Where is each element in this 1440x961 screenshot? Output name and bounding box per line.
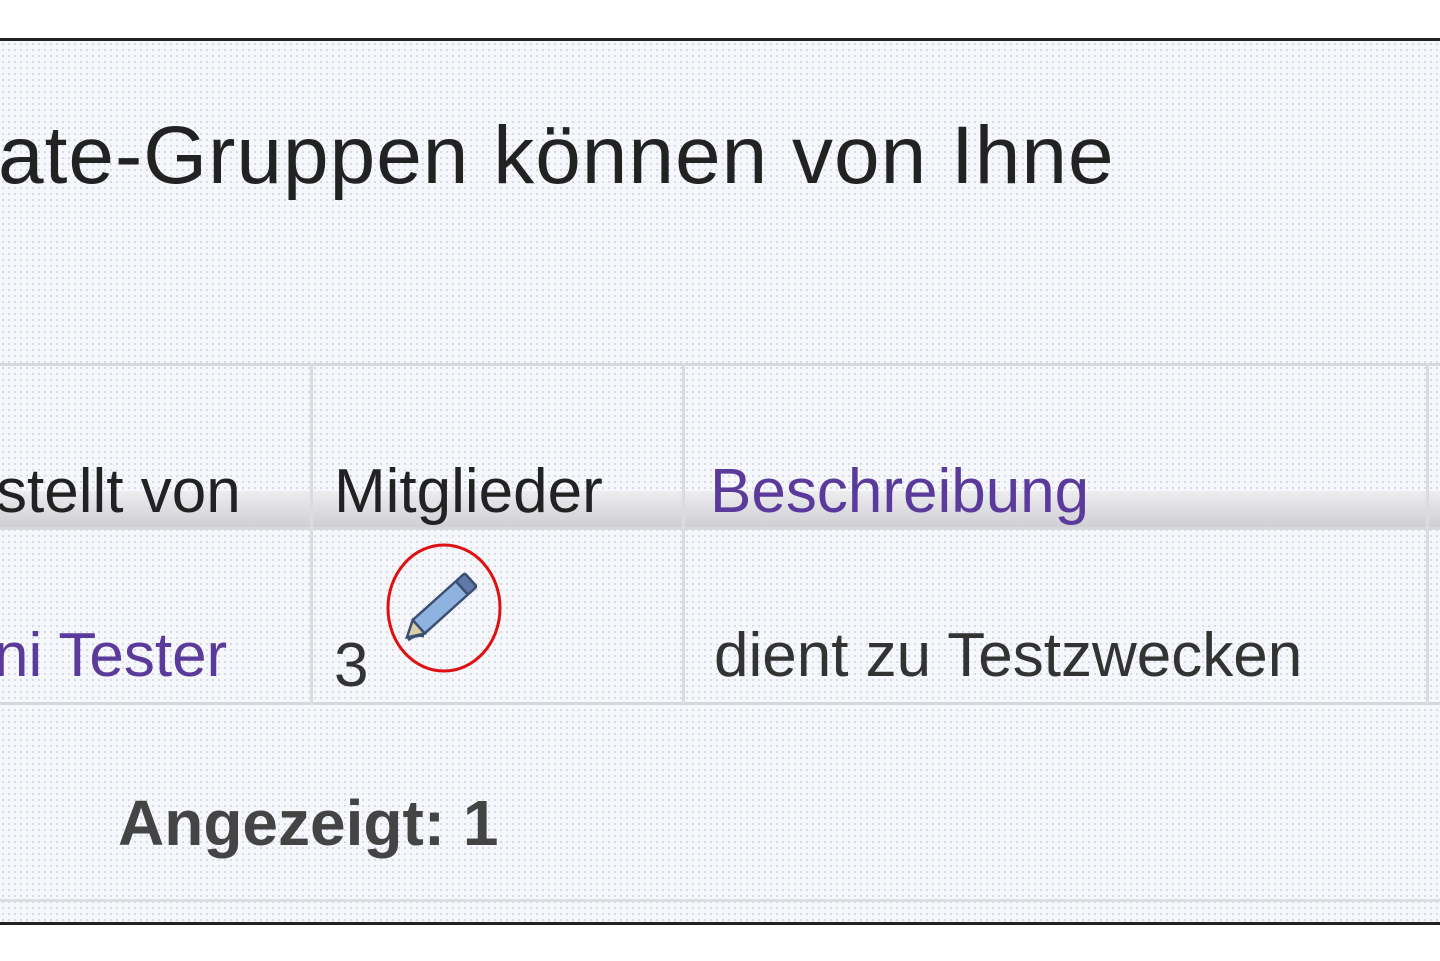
column-divider (1426, 363, 1429, 705)
header-row-border (0, 527, 1440, 530)
table-bottom-border (0, 702, 1440, 705)
creator-link[interactable]: ni Tester (0, 625, 227, 687)
intro-text: ate-Gruppen können von Ihne (0, 110, 1115, 201)
column-header-created-by: stellt von (0, 457, 241, 526)
content-panel: ate-Gruppen können von Ihne stellt von M… (0, 38, 1440, 925)
group-description: dient zu Testzwecken (714, 621, 1303, 690)
table-top-border (0, 363, 1440, 366)
groups-table: stellt von Mitglieder Beschreibung ni Te… (0, 363, 1440, 705)
column-header-members: Mitglieder (334, 457, 603, 526)
edit-members-button[interactable] (386, 542, 504, 674)
column-header-description[interactable]: Beschreibung (710, 461, 1089, 523)
member-count: 3 (334, 631, 369, 700)
column-divider (310, 363, 313, 705)
pencil-icon (386, 543, 502, 673)
column-divider (682, 363, 685, 705)
footer-divider (0, 899, 1440, 902)
shown-count: Angezeigt: 1 (118, 787, 499, 859)
